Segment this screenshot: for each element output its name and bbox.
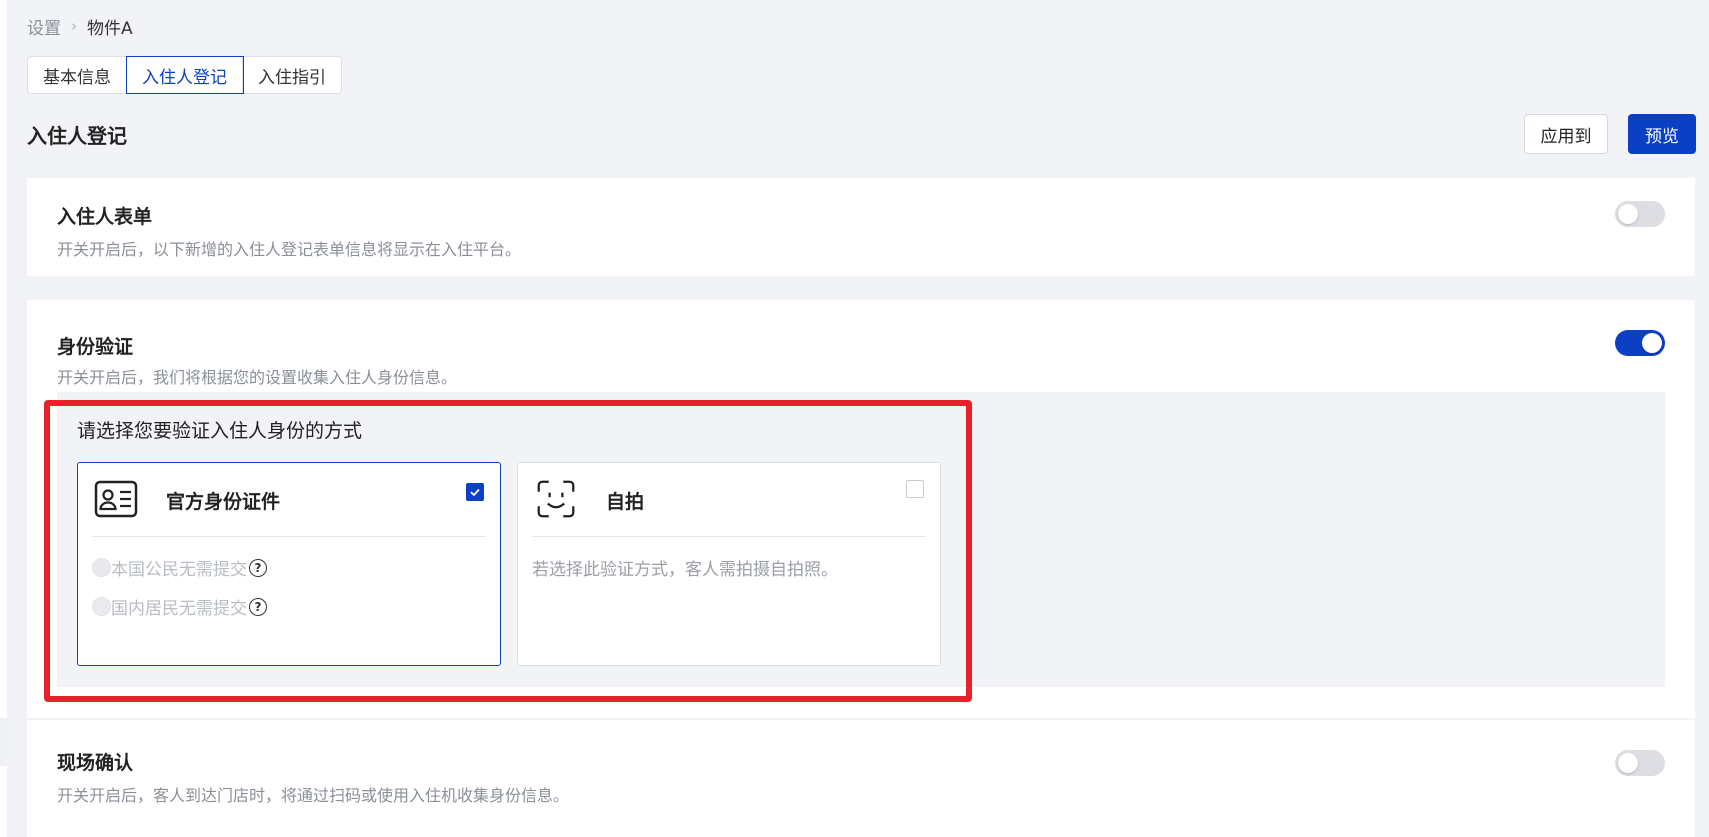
breadcrumb-chevron-icon: › — [71, 17, 77, 35]
page-title: 入住人登记 — [27, 124, 127, 148]
onsite-confirmation-description: 开关开启后，客人到达门店时，将通过扫码或使用入住机收集身份信息。 — [57, 786, 570, 805]
toggle-knob — [1642, 333, 1662, 353]
tab-bar: 基本信息 入住人登记 入住指引 — [27, 56, 342, 94]
breadcrumb-current: 物件A — [87, 18, 133, 39]
id-card-icon — [94, 480, 138, 518]
method-card-official-id[interactable]: 官方身份证件 本国公民无需提交 ? 国内居民无需提交 ? — [77, 462, 501, 666]
resident-radio[interactable] — [92, 597, 111, 616]
identity-verification-description: 开关开启后，我们将根据您的设置收集入住人身份信息。 — [57, 368, 458, 387]
official-id-divider — [92, 536, 486, 537]
apply-to-button[interactable]: 应用到 — [1524, 114, 1608, 154]
selfie-description: 若选择此验证方式，客人需拍摄自拍照。 — [532, 560, 838, 580]
toggle-knob — [1618, 204, 1638, 224]
identity-verification-title: 身份验证 — [57, 336, 134, 358]
resident-option-label: 国内居民无需提交 — [111, 599, 247, 619]
help-circle-icon[interactable]: ? — [249, 597, 267, 616]
help-circle-icon[interactable]: ? — [249, 558, 267, 577]
official-id-title: 官方身份证件 — [166, 491, 281, 513]
verification-method-prompt: 请选择您要验证入住人身份的方式 — [77, 420, 363, 442]
tab-checkin-guide[interactable]: 入住指引 — [243, 57, 341, 93]
guest-form-description: 开关开启后，以下新增的入住人登记表单信息将显示在入住平台。 — [57, 240, 522, 259]
verification-method-panel: 请选择您要验证入住人身份的方式 官方身份证件 本国公民无需提交 ? 国内居民无需… — [57, 392, 1665, 687]
breadcrumb: 设置 › 物件A — [27, 14, 133, 39]
preview-button[interactable]: 预览 — [1628, 114, 1696, 154]
selfie-title: 自拍 — [606, 491, 645, 513]
guest-form-title: 入住人表单 — [57, 206, 153, 228]
tab-guest-registration[interactable]: 入住人登记 — [126, 56, 244, 94]
guest-form-card: 入住人表单 开关开启后，以下新增的入住人登记表单信息将显示在入住平台。 — [27, 178, 1695, 276]
citizen-option-label: 本国公民无需提交 — [111, 560, 247, 580]
left-edge-strip — [0, 0, 7, 837]
official-id-option-citizen[interactable]: 本国公民无需提交 ? — [92, 555, 267, 580]
official-id-checkbox[interactable] — [466, 483, 484, 501]
method-card-selfie[interactable]: 自拍 若选择此验证方式，客人需拍摄自拍照。 — [517, 462, 941, 666]
citizen-radio[interactable] — [92, 558, 111, 577]
onsite-confirmation-title: 现场确认 — [57, 752, 134, 774]
face-scan-icon — [537, 480, 575, 518]
identity-verification-card: 身份验证 开关开启后，我们将根据您的设置收集入住人身份信息。 请选择您要验证入住… — [27, 300, 1695, 718]
tab-basic-info[interactable]: 基本信息 — [28, 57, 127, 93]
onsite-confirmation-card: 现场确认 开关开启后，客人到达门店时，将通过扫码或使用入住机收集身份信息。 — [27, 720, 1695, 837]
onsite-confirmation-toggle[interactable] — [1615, 750, 1665, 776]
selfie-checkbox[interactable] — [906, 480, 924, 498]
official-id-option-resident[interactable]: 国内居民无需提交 ? — [92, 594, 267, 619]
identity-verification-toggle[interactable] — [1615, 330, 1665, 356]
breadcrumb-settings-link[interactable]: 设置 — [27, 14, 61, 39]
guest-form-toggle[interactable] — [1615, 201, 1665, 227]
selfie-divider — [532, 536, 926, 537]
left-edge-notch — [0, 718, 7, 766]
check-icon — [470, 488, 480, 497]
toggle-knob — [1618, 753, 1638, 773]
